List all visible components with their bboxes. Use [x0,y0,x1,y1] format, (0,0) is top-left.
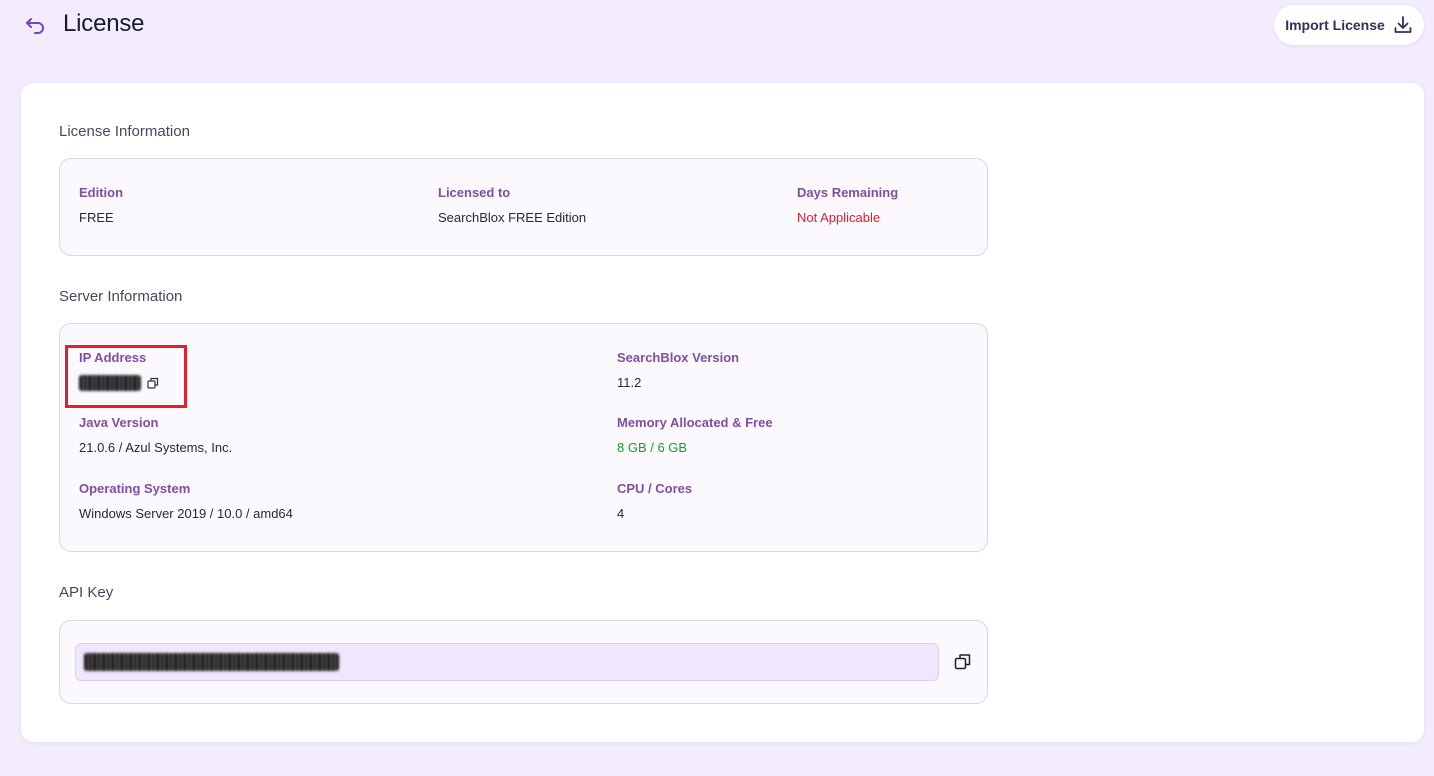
searchblox-version-label: SearchBlox Version [617,350,740,365]
top-bar: License Import License [0,0,1434,56]
cpu-cores-label: CPU / Cores [617,481,693,496]
api-key-title: API Key [59,584,114,601]
ip-address-field: IP Address [79,350,159,391]
operating-system-label: Operating System [79,481,191,496]
cpu-cores-field: CPU / Cores 4 [617,481,692,521]
java-version-label: Java Version [79,415,159,430]
memory-value: 8 GB / 6 GB [617,440,688,455]
licensed-to-value: SearchBlox FREE Edition [438,210,587,225]
edition-field: Edition FREE [79,185,123,225]
memory-field: Memory Allocated & Free 8 GB / 6 GB [617,415,773,455]
ip-address-label: IP Address [79,350,147,365]
back-arrow-icon [26,18,44,34]
download-icon [1394,16,1412,33]
days-remaining-value: Not Applicable [797,210,881,225]
edition-label: Edition [79,185,124,200]
server-information-panel: IP Address SearchBlox Version 11.2 Java … [59,323,988,552]
api-key-field[interactable] [75,643,939,681]
copy-icon[interactable] [954,653,972,671]
licensed-to-label: Licensed to [438,185,511,200]
java-version-value: 21.0.6 / Azul Systems, Inc. [79,440,233,455]
import-license-button[interactable]: Import License [1274,5,1424,45]
licensed-to-field: Licensed to SearchBlox FREE Edition [438,185,586,225]
redacted-api-key [84,653,339,671]
back-button[interactable] [22,12,48,38]
operating-system-field: Operating System Windows Server 2019 / 1… [79,481,293,521]
cpu-cores-value: 4 [617,506,625,521]
copy-icon[interactable] [147,377,159,389]
searchblox-version-value: 11.2 [617,375,642,390]
operating-system-value: Windows Server 2019 / 10.0 / amd64 [79,506,293,521]
license-information-title: License Information [59,123,190,140]
api-key-panel [59,620,988,704]
redacted-ip [79,375,141,391]
days-remaining-label: Days Remaining [797,185,899,200]
memory-label: Memory Allocated & Free [617,415,773,430]
license-card: License Information Edition FREE License… [21,83,1424,742]
license-information-panel: Edition FREE Licensed to SearchBlox FREE… [59,158,988,256]
edition-value: FREE [79,210,114,225]
server-information-title: Server Information [59,288,183,305]
page-title: License [63,10,145,37]
import-license-label: Import License [1285,17,1385,33]
searchblox-version-field: SearchBlox Version 11.2 [617,350,739,390]
ip-address-value [79,375,159,391]
days-remaining-field: Days Remaining Not Applicable [797,185,898,225]
java-version-field: Java Version 21.0.6 / Azul Systems, Inc. [79,415,232,455]
